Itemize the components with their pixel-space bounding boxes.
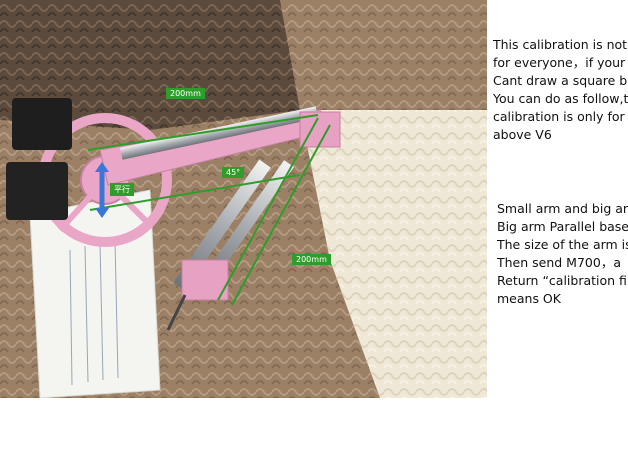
step-line: The size of the arm is <box>497 237 628 252</box>
step-line: Return “calibration fi <box>497 273 627 288</box>
intro-line: for everyone，if your <box>493 55 626 70</box>
intro-line: calibration is only for <box>493 109 625 124</box>
step-line: means OK <box>497 291 561 306</box>
intro-line: You can do as follow,t <box>493 91 628 106</box>
angle-label: 45° <box>222 167 245 178</box>
stepper-motor-bottom <box>6 162 68 220</box>
intro-line: above V6 <box>493 127 552 142</box>
top-length-label: 200mm <box>166 88 205 99</box>
step-line: Then send M700，a <box>497 255 621 270</box>
intro-line: This calibration is not <box>493 37 628 52</box>
stepper-motor-top <box>12 98 72 150</box>
step-line: Small arm and big ar <box>497 201 628 216</box>
paper-sheet <box>29 189 161 398</box>
right-length-label: 200mm <box>292 254 331 265</box>
step-line: Big arm Parallel base <box>497 219 628 234</box>
parallel-label: 平行 <box>110 183 134 196</box>
intro-line: Cant draw a square b <box>493 73 628 88</box>
calibration-photo: 200mm 平行 45° 200mm <box>0 0 487 398</box>
brown-mat-top <box>280 0 487 125</box>
